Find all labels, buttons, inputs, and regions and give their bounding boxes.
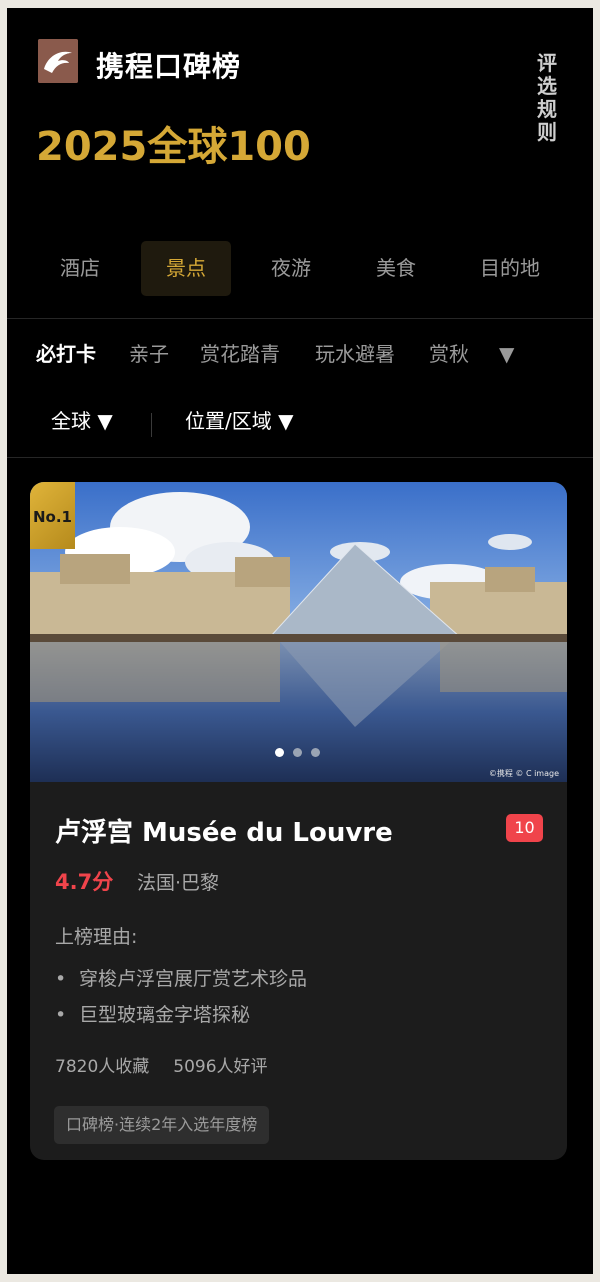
ctrip-logo-icon bbox=[38, 39, 78, 83]
reason-heading: 上榜理由: bbox=[55, 926, 138, 948]
region-filter-bar: 全球 ▼ 位置/区域 ▼ bbox=[7, 403, 593, 439]
carousel-dot[interactable] bbox=[293, 748, 302, 757]
carousel-dot[interactable] bbox=[275, 748, 284, 757]
bullet-icon: • bbox=[55, 968, 67, 990]
page-title: 2025全球100 bbox=[36, 124, 311, 170]
reason-item: • 穿梭卢浮宫展厅赏艺术珍品 bbox=[55, 964, 307, 991]
selection-rules-link[interactable]: 评选规则 bbox=[534, 52, 560, 144]
theme-filter-bar: 必打卡 亲子 赏花踏青 玩水避暑 赏秋 ▼ bbox=[7, 336, 593, 372]
attraction-name[interactable]: 卢浮宫 Musée du Louvre bbox=[55, 812, 393, 849]
filter-autumn[interactable]: 赏秋 bbox=[429, 336, 469, 372]
app-screen: 携程口碑榜 评选规则 2025全球100 酒店 景点 夜游 美食 目的地 必打卡… bbox=[7, 8, 593, 1274]
louvre-photo[interactable] bbox=[30, 482, 567, 782]
reason-text: 穿梭卢浮宫展厅赏艺术珍品 bbox=[79, 968, 308, 990]
reason-item: • 巨型玻璃金字塔探秘 bbox=[55, 1000, 250, 1027]
bullet-icon: • bbox=[55, 1004, 67, 1026]
carousel-dot[interactable] bbox=[311, 748, 320, 757]
attraction-location: 法国·巴黎 bbox=[137, 872, 220, 894]
filter-water-summer[interactable]: 玩水避暑 bbox=[315, 336, 395, 372]
attraction-card[interactable]: No.1 ©携程 © C image 卢浮宫 Musée du Louvre 1… bbox=[30, 482, 567, 1160]
tab-night-tour[interactable]: 夜游 bbox=[251, 241, 331, 296]
filter-must-visit[interactable]: 必打卡 bbox=[36, 336, 96, 372]
divider bbox=[151, 413, 152, 437]
good-review-count: 5096人好评 bbox=[173, 1057, 268, 1077]
photo-credit: ©携程 © C image bbox=[488, 769, 559, 778]
tab-destination[interactable]: 目的地 bbox=[465, 241, 555, 296]
region-dropdown[interactable]: 全球 ▼ bbox=[51, 403, 113, 439]
filter-family[interactable]: 亲子 bbox=[129, 336, 169, 372]
engagement-stats: 7820人收藏 5096人好评 bbox=[55, 1052, 268, 1077]
award-tag: 口碑榜·连续2年入选年度榜 bbox=[54, 1106, 270, 1144]
tab-attractions[interactable]: 景点 bbox=[141, 241, 231, 296]
filter-expand-icon[interactable]: ▼ bbox=[499, 336, 514, 372]
filter-spring-flowers[interactable]: 赏花踏青 bbox=[200, 336, 280, 372]
divider bbox=[7, 318, 593, 319]
count-badge: 10 bbox=[506, 814, 543, 842]
brand-title: 携程口碑榜 bbox=[96, 50, 242, 83]
reason-text: 巨型玻璃金字塔探秘 bbox=[79, 1004, 251, 1026]
favorites-count: 7820人收藏 bbox=[55, 1057, 150, 1077]
tab-food[interactable]: 美食 bbox=[356, 241, 436, 296]
location-dropdown[interactable]: 位置/区域 ▼ bbox=[185, 403, 293, 439]
divider bbox=[7, 457, 593, 458]
category-tabs: 酒店 景点 夜游 美食 目的地 bbox=[7, 241, 593, 296]
rank-badge: No.1 bbox=[30, 482, 75, 549]
rating-score: 4.7分 bbox=[55, 870, 114, 894]
tab-hotel[interactable]: 酒店 bbox=[40, 241, 120, 296]
